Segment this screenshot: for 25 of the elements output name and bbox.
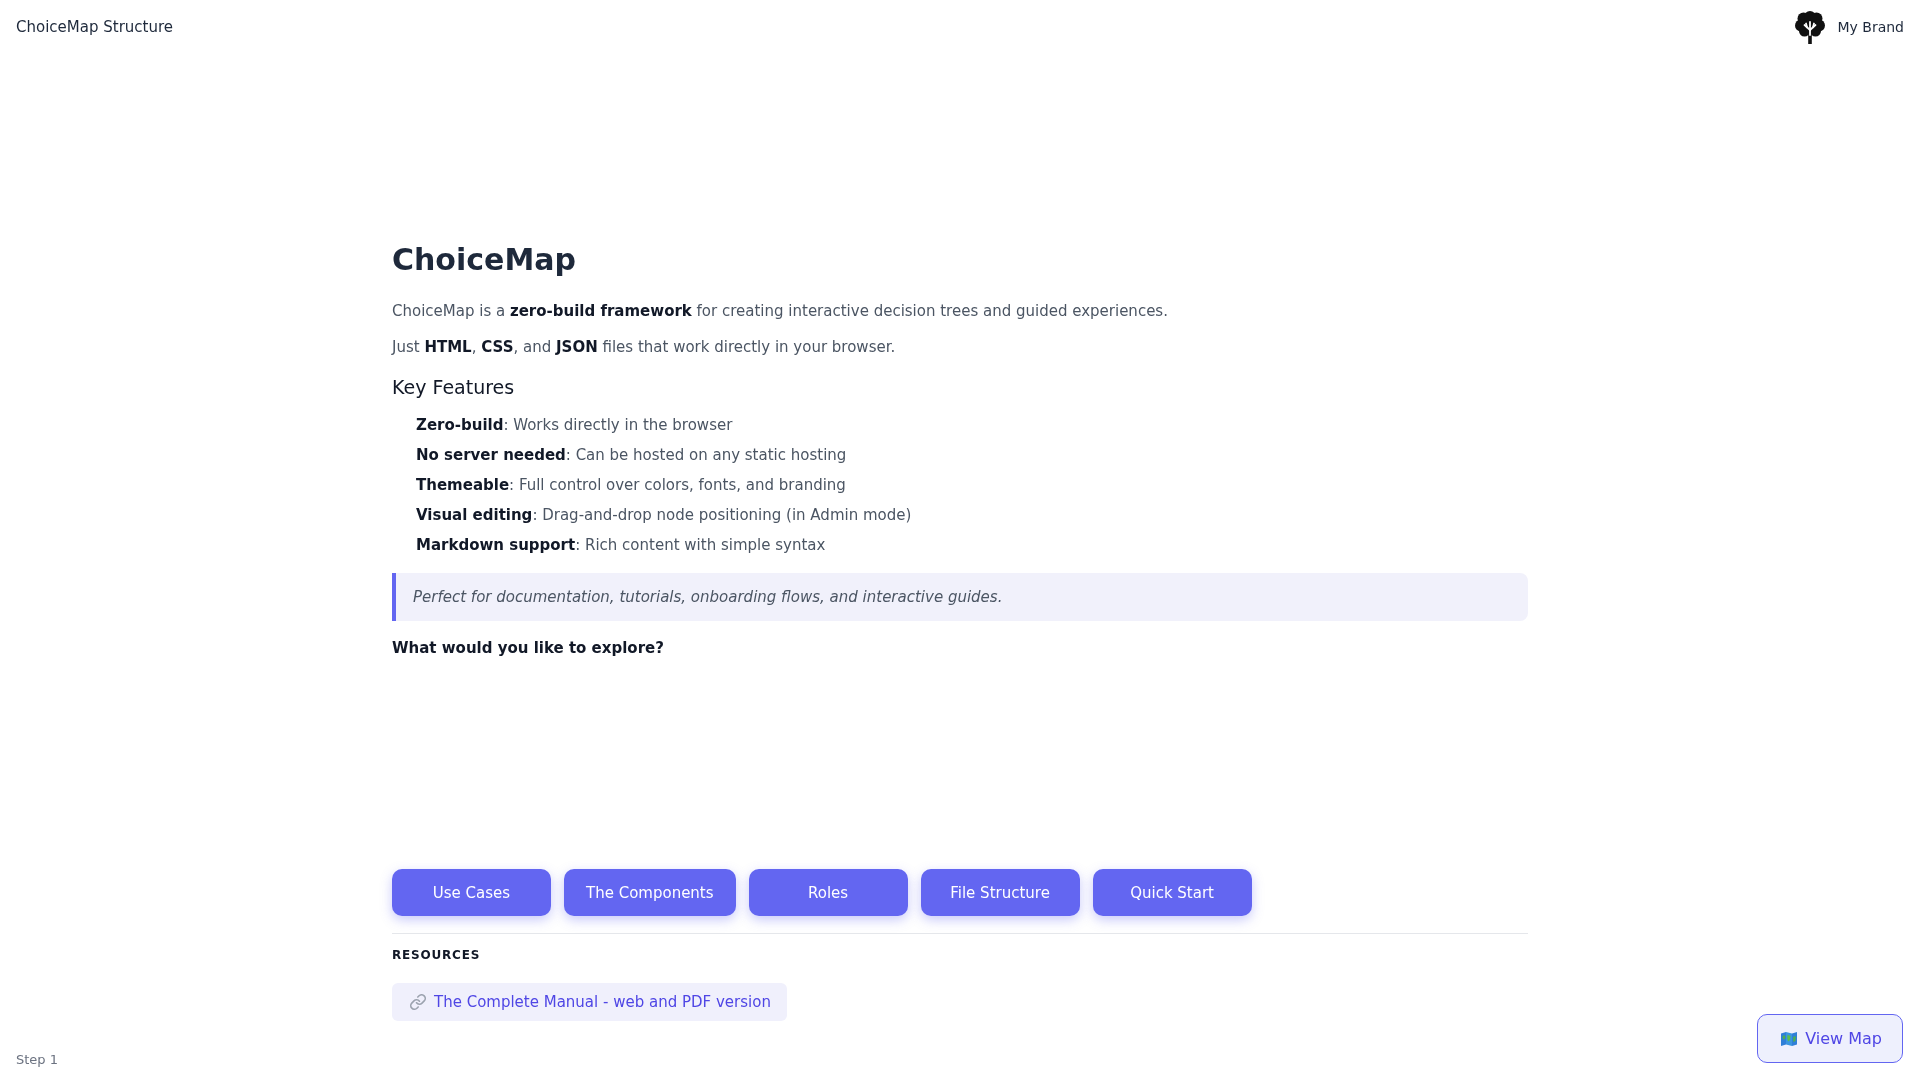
- resource-link[interactable]: The Complete Manual - web and PDF version: [392, 983, 787, 1021]
- app-title: ChoiceMap Structure: [16, 18, 173, 36]
- choice-button[interactable]: File Structure: [920, 869, 1080, 916]
- feature-item: No server needed: Can be hosted on any static hosting: [416, 445, 848, 466]
- step-indicator: Step 1: [16, 1052, 58, 1068]
- link-icon: [410, 994, 426, 1010]
- feature-item: Visual editing: Drag-and-drop node positioning (in Admin mode): [416, 505, 913, 526]
- map-icon: [1781, 1031, 1798, 1046]
- section-heading: Key Features: [392, 375, 516, 400]
- tree-logo-icon: [1795, 10, 1826, 44]
- callout-quote: Perfect for documentation, tutorials, onboarding flows, and interactive guides.: [392, 573, 1528, 621]
- feature-item: Themeable: Full control over colors, fonts, and branding: [416, 475, 847, 496]
- question-text: What would you like to explore?: [392, 638, 665, 659]
- feature-item: Zero-build: Works directly in the browser: [416, 415, 734, 436]
- view-map-button[interactable]: View Map: [1757, 1014, 1903, 1063]
- choice-button[interactable]: Roles: [748, 869, 908, 916]
- brand-name: My Brand: [1837, 19, 1904, 35]
- intro-paragraph: ChoiceMap is a zero-build framework for creating interactive decision trees and guided experiences.: [392, 301, 1169, 322]
- intro-paragraph: Just HTML, CSS, and JSON files that work directly in your browser.: [392, 337, 897, 358]
- choice-button[interactable]: Use Cases: [392, 869, 551, 916]
- feature-item: Markdown support: Rich content with simple syntax: [416, 535, 827, 556]
- page-heading: ChoiceMap: [392, 242, 577, 278]
- choice-button[interactable]: Quick Start: [1092, 869, 1252, 916]
- resources-heading: RESOURCES: [392, 947, 482, 964]
- choice-button[interactable]: The Components: [564, 869, 736, 916]
